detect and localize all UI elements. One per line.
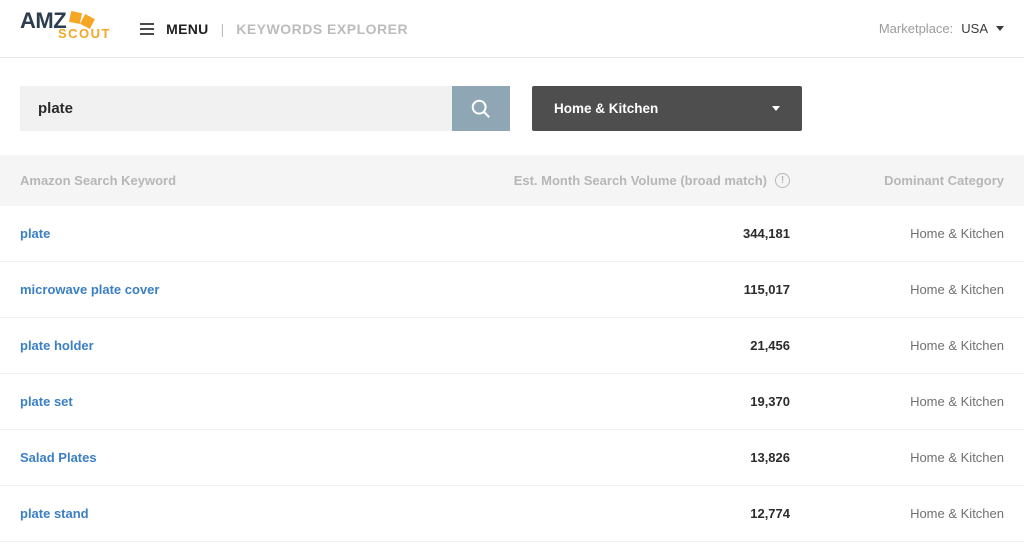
search-icon [470, 98, 492, 120]
volume-cell: 13,826 [490, 450, 790, 465]
search-button[interactable] [452, 86, 510, 131]
chevron-down-icon [996, 26, 1004, 31]
category-cell: Home & Kitchen [790, 282, 1004, 297]
table-header: Amazon Search Keyword Est. Month Search … [0, 155, 1024, 206]
keyword-link[interactable]: plate stand [20, 506, 490, 521]
keyword-link[interactable]: plate [20, 226, 490, 241]
page-title: KEYWORDS EXPLORER [236, 21, 408, 37]
table-row: Salad Plates13,826Home & Kitchen [0, 430, 1024, 486]
marketplace-value: USA [961, 21, 988, 36]
category-cell: Home & Kitchen [790, 226, 1004, 241]
keyword-link[interactable]: Salad Plates [20, 450, 490, 465]
chevron-down-icon [772, 106, 780, 111]
logo-scout-text: SCOUT [58, 28, 138, 39]
search-input[interactable] [20, 86, 452, 131]
category-select[interactable]: Home & Kitchen [532, 86, 802, 131]
volume-cell: 115,017 [490, 282, 790, 297]
volume-cell: 21,456 [490, 338, 790, 353]
keyword-link[interactable]: microwave plate cover [20, 282, 490, 297]
nav-divider: | [221, 21, 225, 37]
info-icon[interactable]: ! [775, 173, 790, 188]
category-cell: Home & Kitchen [790, 506, 1004, 521]
table-row: plate stand12,774Home & Kitchen [0, 486, 1024, 542]
volume-cell: 19,370 [490, 394, 790, 409]
table-row: plate344,181Home & Kitchen [0, 206, 1024, 262]
marketplace-label: Marketplace: [879, 21, 953, 36]
column-header-keyword[interactable]: Amazon Search Keyword [20, 173, 490, 188]
category-cell: Home & Kitchen [790, 338, 1004, 353]
table-row: microwave plate cover115,017Home & Kitch… [0, 262, 1024, 318]
volume-cell: 12,774 [490, 506, 790, 521]
keyword-link[interactable]: plate set [20, 394, 490, 409]
hamburger-icon[interactable] [140, 23, 154, 35]
marketplace-selector[interactable]: Marketplace: USA [879, 21, 1004, 36]
column-header-volume[interactable]: Est. Month Search Volume (broad match) ! [490, 173, 790, 188]
header-bar: AMZ SCOUT MENU | KEYWORDS EXPLORER Marke… [0, 0, 1024, 58]
category-select-value: Home & Kitchen [554, 101, 658, 116]
controls-row: Home & Kitchen [0, 58, 1024, 155]
nav: MENU | KEYWORDS EXPLORER [140, 21, 408, 37]
column-header-volume-label: Est. Month Search Volume (broad match) [514, 173, 767, 188]
search-wrap [20, 86, 510, 131]
keyword-link[interactable]: plate holder [20, 338, 490, 353]
table-body: plate344,181Home & Kitchenmicrowave plat… [0, 206, 1024, 542]
column-header-category[interactable]: Dominant Category [790, 173, 1004, 188]
volume-cell: 344,181 [490, 226, 790, 241]
menu-button[interactable]: MENU [166, 21, 208, 37]
table-row: plate set19,370Home & Kitchen [0, 374, 1024, 430]
category-cell: Home & Kitchen [790, 450, 1004, 465]
table-row: plate holder21,456Home & Kitchen [0, 318, 1024, 374]
category-cell: Home & Kitchen [790, 394, 1004, 409]
logo[interactable]: AMZ SCOUT [20, 12, 100, 45]
